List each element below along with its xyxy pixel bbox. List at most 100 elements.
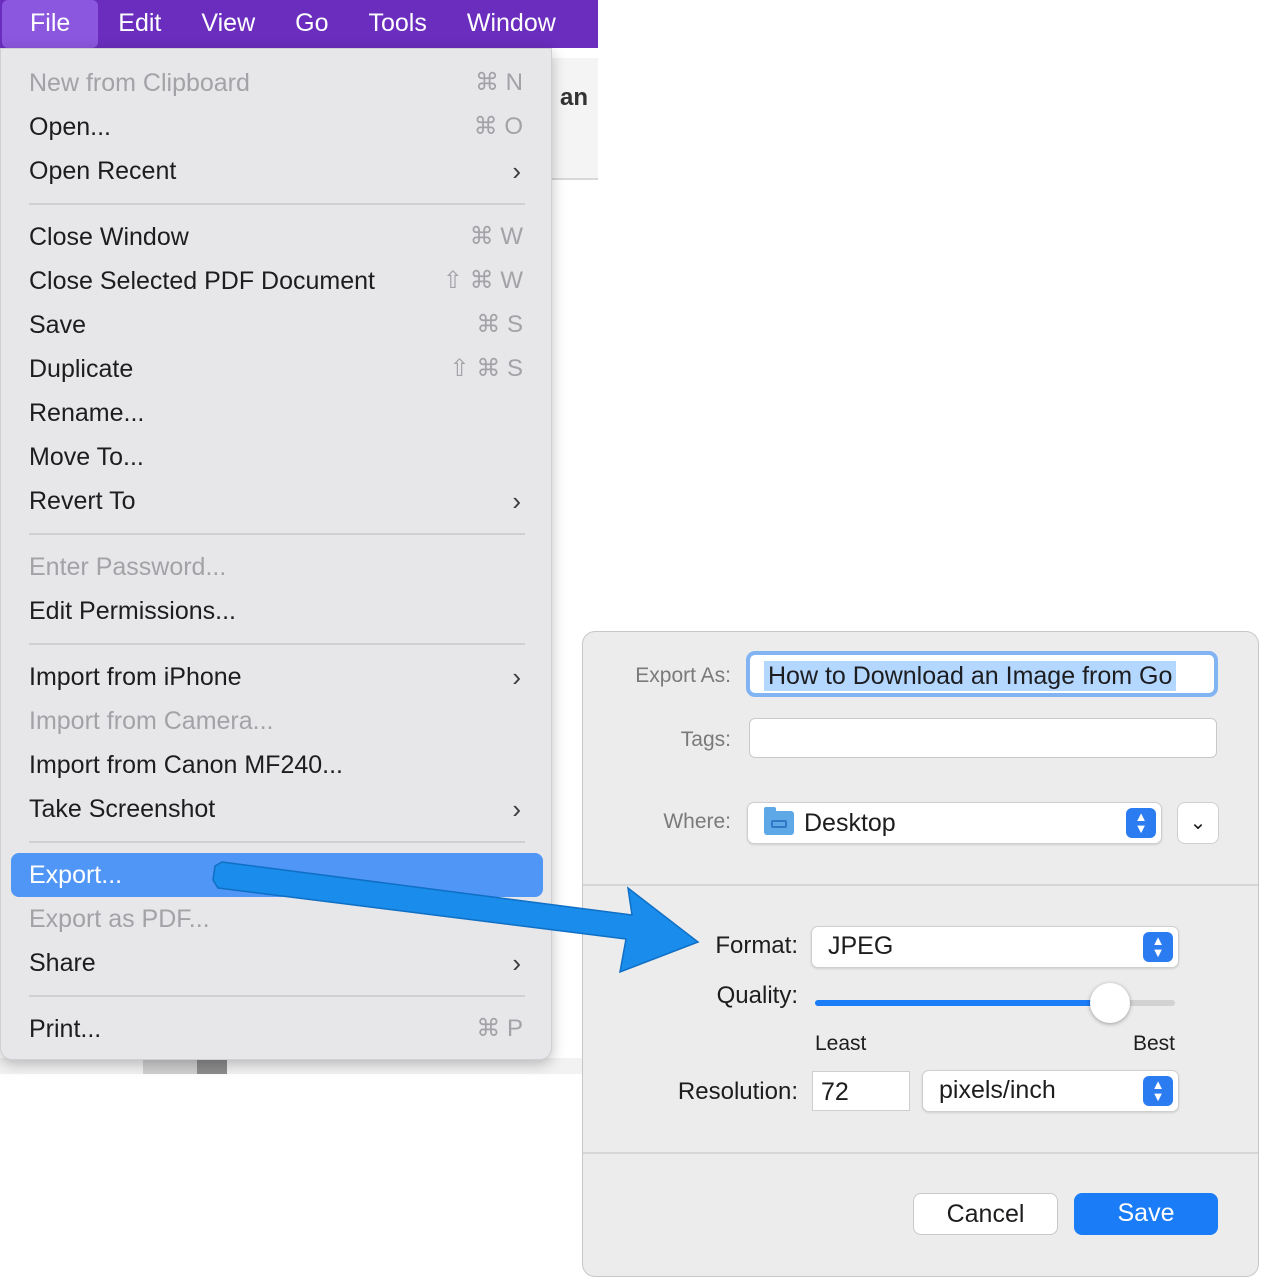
quality-label: Quality: [716,982,798,1009]
format-popup[interactable]: JPEG ▲ ▼ [811,926,1179,968]
tags-field[interactable] [749,718,1217,758]
chevron-right-icon: › [512,156,521,186]
menu-item-open-recent[interactable]: Open Recent › [1,149,553,193]
menu-item-new-from-clipboard[interactable]: New from Clipboard ⌘ N [1,61,553,105]
menu-separator [29,841,525,843]
menu-item-revert-to[interactable]: Revert To › [1,479,553,523]
menubar-window[interactable]: Window [447,0,576,48]
menu-item-label: Revert To [29,487,136,515]
where-label: Where: [663,810,731,833]
quality-least-label: Least [815,1032,867,1055]
menu-item-open[interactable]: Open... ⌘ O [1,105,553,149]
menu-item-label: Edit Permissions... [29,597,237,625]
expand-chevron-down-icon[interactable]: ⌄ [1177,802,1219,844]
menubar-go[interactable]: Go [275,0,348,48]
menubar-tools[interactable]: Tools [349,0,447,48]
menu-item-label: Duplicate [29,355,134,383]
chevron-right-icon: › [512,948,521,978]
chevron-right-icon: › [512,662,521,692]
up-down-stepper-icon: ▲ ▼ [1143,1076,1173,1106]
quality-best-label: Best [1132,1032,1175,1055]
menu-item-label: Move To... [29,443,144,471]
up-down-stepper-icon: ▲ ▼ [1126,808,1156,838]
save-button[interactable]: Save [1074,1193,1218,1235]
menu-item-save[interactable]: Save ⌘ S [1,303,553,347]
resolution-unit-value: pixels/inch [939,1076,1056,1104]
quality-slider[interactable] [815,983,1175,1023]
menu-item-edit-permissions[interactable]: Edit Permissions... [1,589,553,633]
resolution-unit-popup[interactable]: pixels/inch ▲ ▼ [922,1070,1179,1112]
menu-item-rename[interactable]: Rename... [1,391,553,435]
menu-separator [29,995,525,997]
folder-icon [764,807,794,835]
menu-item-print[interactable]: Print... ⌘ P [1,1007,553,1051]
menu-item-label: Take Screenshot [29,795,216,823]
shortcut-label: ⌘ P [476,1015,523,1042]
background-bottom-dark-block [197,1058,227,1074]
quality-slider-knob[interactable] [1090,983,1131,1023]
chevron-right-icon: › [512,486,521,516]
background-bottom-block [143,1058,197,1074]
menu-item-label: Share [29,949,96,977]
chevron-right-icon: › [512,794,521,824]
background-partial-text: an [560,84,589,111]
menu-item-export-as-pdf[interactable]: Export as PDF... [1,897,553,941]
menu-item-label: Close Window [29,223,189,251]
format-value: JPEG [828,932,894,960]
menu-item-label: Print... [29,1015,102,1043]
menu-item-label: Save [29,311,86,339]
menu-item-import-from-canon[interactable]: Import from Canon MF240... [1,743,553,787]
shortcut-label: ⌘ N [475,69,523,96]
dialog-divider [583,1152,1258,1154]
background-bottom-strip [0,1058,598,1074]
format-label: Format: [715,932,798,959]
menubar-file[interactable]: File [2,0,99,48]
menu-item-label: Export as PDF... [29,905,210,933]
export-as-field[interactable]: How to Download an Image from Go [746,651,1218,697]
resolution-field[interactable]: 72 [812,1071,910,1111]
export-as-label: Export As: [635,664,731,687]
menu-item-label: Open... [29,113,111,141]
menu-item-label: Open Recent [29,157,177,185]
menu-item-move-to[interactable]: Move To... [1,435,553,479]
shortcut-label: ⌘ O [473,113,523,140]
menu-item-label: Export... [29,861,123,889]
shortcut-label: ⌘ S [476,311,523,338]
menu-item-label: Import from Canon MF240... [29,751,344,779]
menu-item-close-selected-pdf[interactable]: Close Selected PDF Document ⇧ ⌘ W [1,259,553,303]
menu-item-import-from-iphone[interactable]: Import from iPhone › [1,655,553,699]
menu-item-duplicate[interactable]: Duplicate ⇧ ⌘ S [1,347,553,391]
background-window-gap [550,48,598,58]
background-window-strip [550,48,598,180]
menu-bar: File Edit View Go Tools Window [0,0,598,48]
menu-item-label: Rename... [29,399,145,427]
menu-item-export[interactable]: Export... [1,853,553,897]
where-popup[interactable]: Desktop ▲ ▼ [747,802,1162,844]
menu-item-label: Close Selected PDF Document [29,267,375,295]
menu-item-enter-password[interactable]: Enter Password... [1,545,553,589]
menu-item-label: Import from Camera... [29,707,274,735]
menu-separator [29,643,525,645]
file-menu: New from Clipboard ⌘ N Open... ⌘ O Open … [0,48,552,1060]
shortcut-label: ⇧ ⌘ S [449,355,523,382]
menu-item-share[interactable]: Share › [1,941,553,985]
dialog-divider [583,884,1258,886]
cancel-button[interactable]: Cancel [913,1193,1058,1235]
quality-slider-fill [815,1000,1111,1006]
menubar-edit[interactable]: Edit [98,0,181,48]
up-down-stepper-icon: ▲ ▼ [1143,932,1173,962]
shortcut-label: ⇧ ⌘ W [442,267,523,294]
menu-item-import-from-camera[interactable]: Import from Camera... [1,699,553,743]
menubar-view[interactable]: View [181,0,275,48]
menu-separator [29,203,525,205]
export-as-selected-text: How to Download an Image from Go [764,661,1177,691]
menu-item-take-screenshot[interactable]: Take Screenshot › [1,787,553,831]
menu-item-label: New from Clipboard [29,69,250,97]
resolution-label: Resolution: [677,1078,798,1105]
where-value: Desktop [804,809,896,837]
shortcut-label: ⌘ W [469,223,523,250]
menu-item-label: Enter Password... [29,553,227,581]
menu-item-close-window[interactable]: Close Window ⌘ W [1,215,553,259]
menu-separator [29,533,525,535]
tags-label: Tags: [680,728,731,751]
